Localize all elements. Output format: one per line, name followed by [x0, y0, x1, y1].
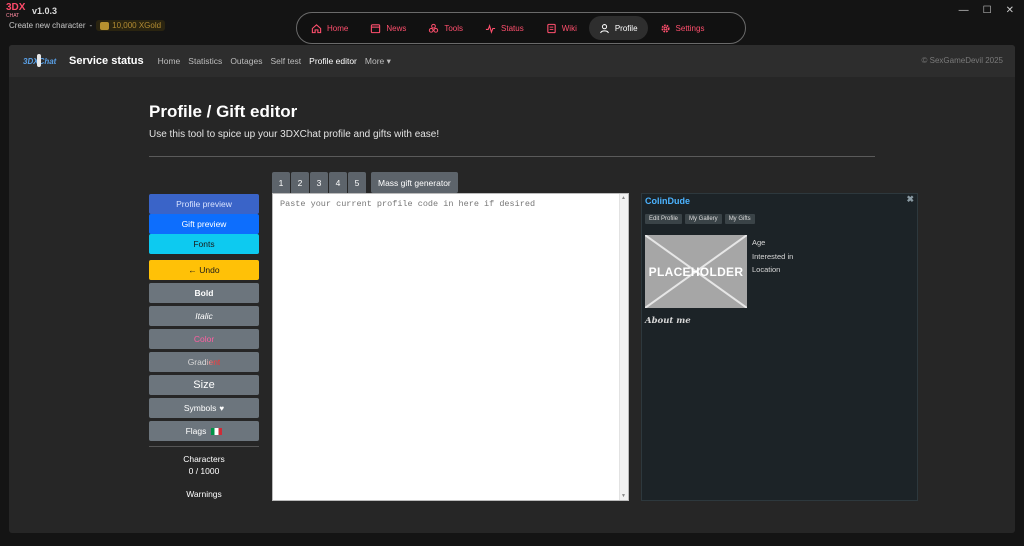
color-button[interactable]: Color: [149, 329, 259, 349]
bold-button[interactable]: Bold: [149, 283, 259, 303]
home-icon: [311, 23, 322, 33]
preview-close-icon[interactable]: ✖: [906, 194, 914, 205]
top-navigation: Home News Tools Status Wiki Profile Sett…: [296, 12, 746, 44]
topnav-wiki-label: Wiki: [561, 23, 577, 33]
topnav-profile[interactable]: Profile: [588, 16, 648, 40]
topnav-home[interactable]: Home: [301, 16, 358, 40]
symbols-button[interactable]: Symbols ♥: [149, 398, 259, 418]
subnav-profile-editor[interactable]: Profile editor: [309, 56, 357, 66]
profile-preview-panel: ColinDude ✖ Edit Profile My Gallery My G…: [641, 193, 918, 501]
meta-location: Location: [752, 265, 781, 274]
my-gifts-button[interactable]: My Gifts: [724, 214, 755, 224]
scroll-down-icon[interactable]: ▼: [621, 493, 626, 499]
gift-preview-button[interactable]: Gift preview: [149, 214, 259, 234]
page-title: Profile / Gift editor: [149, 102, 298, 121]
symbols-label: Symbols: [183, 403, 217, 413]
warnings-label: Warnings: [186, 489, 222, 499]
page-subtitle: Use this tool to spice up your 3DXChat p…: [149, 129, 440, 140]
topnav-status-label: Status: [501, 23, 524, 33]
preview-buttons: Edit Profile My Gallery My Gifts: [645, 214, 755, 224]
flags-button[interactable]: Flags: [149, 421, 259, 441]
main-panel: 3DXChat Service status Home Statistics O…: [9, 45, 1015, 533]
profile-tabs: 1 2 3 4 5 Mass gift generator: [272, 172, 458, 193]
toolbar-divider: [149, 446, 259, 447]
editor-scrollbar[interactable]: ▲ ▼: [619, 194, 628, 500]
flags-label: Flags: [185, 426, 207, 436]
close-button[interactable]: ✕: [1006, 5, 1014, 16]
profile-meta: Age Interested in Location: [752, 236, 793, 277]
edit-profile-button[interactable]: Edit Profile: [645, 214, 683, 224]
tab-1[interactable]: 1: [272, 172, 290, 193]
characters-count: 0 / 1000: [188, 466, 220, 476]
profile-preview-button[interactable]: Profile preview: [149, 194, 259, 214]
tab-5[interactable]: 5: [348, 172, 366, 193]
gold-coin-icon: [100, 21, 110, 30]
topnav-settings[interactable]: Settings: [650, 16, 715, 40]
app-version: v1.0.3: [32, 6, 58, 16]
separator: -: [89, 21, 93, 30]
subnav-self-test[interactable]: Self test: [270, 56, 301, 66]
app-logo-bottom: CHAT: [6, 13, 20, 19]
window-controls: — ☐ ✕: [959, 5, 1014, 16]
profile-code-input[interactable]: [273, 194, 628, 500]
user-icon: [599, 23, 609, 33]
gear-icon: [660, 23, 670, 33]
subnav-more-dropdown[interactable]: More ▾: [365, 56, 391, 67]
fonts-button[interactable]: Fonts: [149, 234, 259, 254]
gold-balance: 10,000 XGold: [96, 20, 166, 31]
minimize-button[interactable]: —: [959, 5, 969, 16]
tab-4[interactable]: 4: [329, 172, 347, 193]
subnav-outages[interactable]: Outages: [230, 56, 262, 66]
italy-flag-icon: [211, 427, 223, 435]
create-character-link[interactable]: Create new character: [9, 21, 85, 30]
subnav-statistics[interactable]: Statistics: [188, 56, 222, 66]
news-icon: [371, 23, 381, 33]
gradient-label: Gradient: [187, 357, 221, 367]
topnav-home-label: Home: [327, 23, 349, 33]
scroll-up-icon[interactable]: ▲: [621, 195, 626, 201]
topnav-tools-label: Tools: [444, 23, 464, 33]
meta-interested-in: Interested in: [752, 251, 794, 261]
placeholder-text: PLACEHOLDER: [648, 265, 744, 279]
topnav-status[interactable]: Status: [475, 16, 534, 40]
app-logo-top: 3DX: [6, 2, 26, 13]
topnav-news-label: News: [386, 23, 407, 33]
characters-label: Characters: [183, 454, 225, 464]
topnav-wiki[interactable]: Wiki: [536, 16, 587, 40]
mass-gift-generator-button[interactable]: Mass gift generator: [371, 172, 458, 193]
meta-age: Age: [752, 238, 766, 247]
gradient-button[interactable]: Gradient: [149, 352, 259, 372]
gold-amount: 10,000 XGold: [112, 21, 162, 30]
tab-2[interactable]: 2: [291, 172, 309, 193]
topnav-profile-label: Profile: [614, 23, 638, 33]
tools-icon: [429, 23, 439, 33]
wiki-icon: [547, 23, 556, 33]
my-gallery-button[interactable]: My Gallery: [685, 214, 722, 224]
topnav-tools[interactable]: Tools: [418, 16, 473, 40]
preview-username: ColinDude: [645, 196, 690, 206]
service-logo[interactable]: 3DXChat: [23, 54, 59, 68]
character-row: Create new character - 10,000 XGold: [9, 20, 166, 31]
service-navbar: 3DXChat Service status Home Statistics O…: [9, 45, 1015, 77]
service-title[interactable]: Service status: [69, 55, 144, 67]
maximize-button[interactable]: ☐: [983, 5, 992, 16]
section-divider: [149, 156, 875, 157]
profile-code-editor: ▲ ▼: [272, 193, 629, 501]
italic-button[interactable]: Italic: [149, 306, 259, 326]
topnav-news[interactable]: News: [360, 16, 416, 40]
status-icon: [485, 23, 496, 34]
about-me-heading: About me: [645, 316, 691, 326]
heart-icon: ♥: [219, 403, 225, 413]
undo-button[interactable]: ← Undo: [149, 260, 259, 280]
editor-toolbar: Profile preview Gift preview Fonts ← Und…: [149, 194, 259, 499]
topnav-settings-label: Settings: [675, 23, 705, 33]
profile-placeholder-image: PLACEHOLDER: [645, 235, 747, 308]
subnav-home[interactable]: Home: [158, 56, 181, 66]
copyright: © SexGameDevil 2025: [921, 56, 1004, 65]
tab-3[interactable]: 3: [310, 172, 328, 193]
logo-figure-icon: [37, 54, 41, 67]
size-button[interactable]: Size: [149, 375, 259, 395]
